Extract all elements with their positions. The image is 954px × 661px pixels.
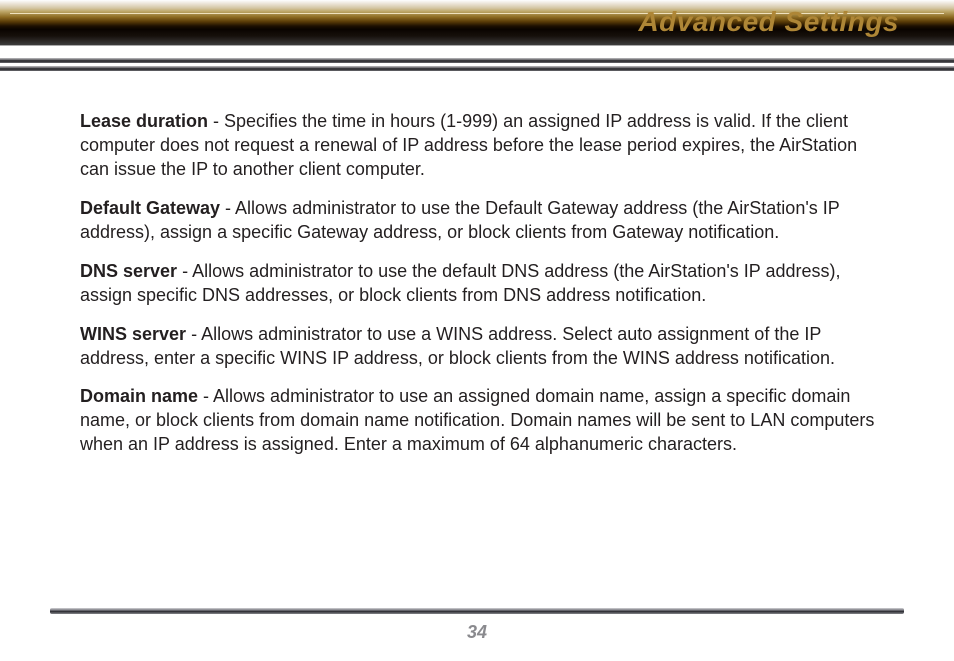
- para-wins-server: WINS server - Allows administrator to us…: [80, 323, 879, 371]
- term-lease-duration: Lease duration: [80, 111, 208, 131]
- footer: 34: [0, 608, 954, 643]
- page-title: Advanced Settings: [638, 6, 899, 38]
- text-domain-name: - Allows administrator to use an assigne…: [80, 386, 874, 454]
- footer-rule: [50, 608, 904, 614]
- para-lease-duration: Lease duration - Specifies the time in h…: [80, 110, 879, 182]
- term-default-gateway: Default Gateway: [80, 198, 225, 218]
- header-banner: Advanced Settings: [0, 0, 954, 75]
- header-double-rule: [0, 58, 954, 72]
- para-dns-server: DNS server - Allows administrator to use…: [80, 260, 879, 308]
- text-wins-server: - Allows administrator to use a WINS add…: [80, 324, 835, 368]
- page-number: 34: [467, 622, 487, 642]
- term-wins-server: WINS server: [80, 324, 186, 344]
- text-dns-server: - Allows administrator to use the defaul…: [80, 261, 840, 305]
- para-default-gateway: Default Gateway - Allows administrator t…: [80, 197, 879, 245]
- para-domain-name: Domain name - Allows administrator to us…: [80, 385, 879, 457]
- body-content: Lease duration - Specifies the time in h…: [0, 75, 954, 457]
- term-dns-server: DNS server: [80, 261, 177, 281]
- term-domain-name: Domain name: [80, 386, 198, 406]
